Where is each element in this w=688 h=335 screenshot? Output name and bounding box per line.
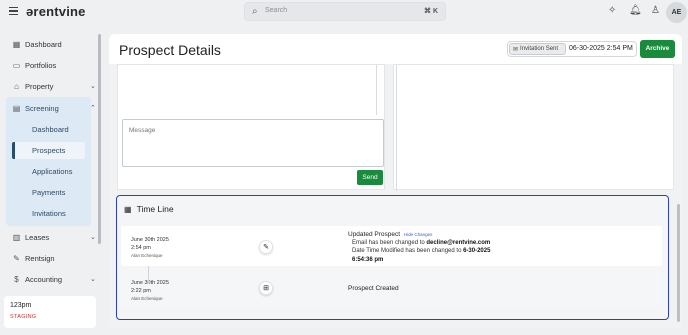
timeline-title: Time Line: [136, 204, 174, 214]
user-switch-icon[interactable]: ♙: [651, 5, 660, 16]
sidebar-sub-invitations[interactable]: Invitations: [12, 205, 85, 222]
timeline-row: June 30th 2025 2:22 pm Alan Echenique ⊞ …: [121, 269, 662, 309]
event-time: 2:54 pm: [131, 244, 151, 251]
sparkle-icon[interactable]: ✧: [608, 5, 616, 16]
chevron-up-icon: ⌃: [90, 105, 96, 112]
invitation-date: 06-30-2025 2:54 PM: [569, 45, 633, 52]
pencil-icon: ✎: [259, 240, 273, 254]
sidebar-item-portfolios[interactable]: ▭ Portfolios: [12, 57, 57, 73]
app-logo[interactable]: ərentvine: [26, 4, 86, 19]
sidebar-item-label: Accounting: [25, 274, 63, 284]
event-title: Prospect Created: [348, 285, 399, 292]
lease-icon: ▥: [12, 232, 21, 242]
archive-button[interactable]: Archive: [640, 40, 675, 58]
main-scrollbar[interactable]: [677, 204, 680, 322]
dollar-icon: $: [14, 274, 19, 284]
sidebar-sub-dashboard[interactable]: Dashboard: [12, 121, 85, 138]
search-icon: ⌕: [252, 6, 258, 17]
sidebar-item-screening[interactable]: ▤ Screening ⌃: [12, 100, 96, 116]
details-card: [393, 64, 674, 191]
sidebar-item-property[interactable]: ⌂ Property ⌄: [12, 78, 96, 94]
page-title: Prospect Details: [119, 42, 221, 58]
signature-icon: ✎: [13, 253, 20, 263]
invitation-badge-label: Invitation Sent: [520, 46, 559, 52]
hide-changes-link[interactable]: Hide Changes: [404, 232, 433, 237]
chevron-down-icon: ⌄: [90, 83, 96, 90]
sidebar-scrollbar[interactable]: [98, 34, 101, 244]
event-date: June 30th 2025: [131, 237, 169, 243]
change-text: Email has been changed to: [352, 240, 427, 246]
sidebar-item-rentsign[interactable]: ✎ Rentsign: [12, 250, 55, 266]
search-input[interactable]: ⌕ Search ⌘ K: [244, 2, 446, 21]
menu-icon[interactable]: [9, 7, 18, 15]
invitation-badge: ✉ Invitation Sent: [509, 43, 566, 55]
divider: [376, 65, 377, 115]
dashboard-icon: ▦: [12, 39, 21, 49]
event-date: June 30th 2025: [131, 280, 169, 286]
calendar-icon: ▦: [124, 204, 132, 214]
sidebar-item-label: Leases: [25, 232, 50, 242]
bell-icon[interactable]: 🔔︎: [629, 5, 642, 16]
event-details: Email has been changed to decline@rentvi…: [352, 239, 512, 264]
sidebar-item-label: Screening: [25, 103, 59, 113]
building-icon: ⌂: [14, 81, 19, 91]
timeline-section: ▦ Time Line June 30th 2025 2:54 pm Alan …: [116, 195, 669, 320]
timeline-header: ▦ Time Line: [124, 204, 174, 214]
sidebar-item-label: Property: [25, 81, 54, 91]
event-user: Alan Echenique: [131, 253, 163, 258]
event-title: Updated Prospect Hide Changes: [348, 231, 432, 238]
message-placeholder: Message: [129, 127, 156, 134]
event-title-text: Updated Prospect: [348, 231, 401, 238]
timeline-connector: [148, 266, 149, 284]
send-button[interactable]: Send: [357, 170, 383, 185]
divider: [396, 65, 397, 191]
event-user: Alan Echenique: [131, 296, 163, 301]
timeline-row: June 30th 2025 2:54 pm Alan Echenique ✎ …: [121, 226, 662, 266]
message-input[interactable]: Message: [122, 119, 384, 167]
environment-card[interactable]: 123pm STAGING: [4, 296, 96, 328]
avatar[interactable]: AE: [666, 2, 687, 23]
sidebar-item-accounting[interactable]: $ Accounting ⌄: [12, 271, 96, 287]
sidebar-item-label: Portfolios: [25, 60, 57, 70]
change-value: decline@rentvine.com: [426, 240, 491, 246]
sidebar-item-label: Rentsign: [25, 253, 55, 263]
mail-icon: ✉: [513, 46, 519, 53]
search-placeholder: Search: [265, 7, 288, 14]
environment-tag: STAGING: [10, 314, 37, 320]
folder-icon: ▭: [12, 60, 21, 70]
main-panel: Prospect Details ✉ Invitation Sent 06-30…: [109, 34, 682, 328]
sidebar-sub-applications[interactable]: Applications: [12, 163, 85, 180]
sidebar-sub-prospects[interactable]: Prospects: [12, 142, 85, 159]
change-text: Date Time Modified has been changed to: [352, 248, 464, 255]
sidebar-item-label: Dashboard: [25, 39, 62, 49]
search-shortcut: ⌘ K: [424, 8, 438, 15]
timeline-date: June 30th 2025 2:54 pm Alan Echenique: [131, 237, 169, 260]
chevron-down-icon: ⌄: [90, 276, 96, 283]
document-icon: ▤: [12, 103, 21, 113]
event-time: 2:22 pm: [131, 287, 151, 294]
sidebar-item-dashboard[interactable]: ▦ Dashboard: [12, 36, 62, 52]
timeline-date: June 30th 2025 2:22 pm Alan Echenique: [131, 280, 169, 303]
sidebar-item-leases[interactable]: ▥ Leases ⌄: [12, 229, 96, 245]
top-bar: ərentvine ⌕ Search ⌘ K ✧ 🔔︎ ♙ AE: [0, 0, 688, 25]
environment-name: 123pm: [10, 302, 32, 309]
sidebar-sub-payments[interactable]: Payments: [12, 184, 85, 201]
plus-icon: ⊞: [259, 281, 273, 295]
chevron-down-icon: ⌄: [90, 234, 96, 241]
